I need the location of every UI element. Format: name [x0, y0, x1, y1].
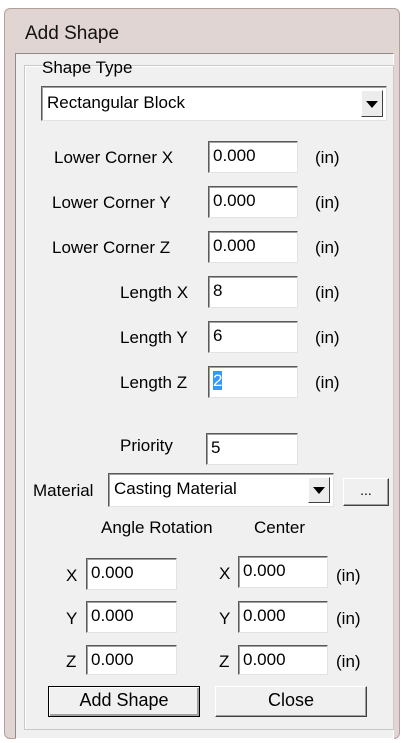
length-y-unit: (in) — [315, 328, 340, 347]
length-y-field[interactable]: 6 — [208, 321, 298, 353]
material-label: Material — [33, 481, 94, 500]
chevron-down-icon — [366, 100, 378, 108]
length-y-label: Length Y — [120, 328, 188, 347]
center-y-field[interactable]: 0.000 — [238, 601, 328, 633]
priority-field[interactable]: 5 — [206, 433, 298, 465]
angle-rotation-header: Angle Rotation — [101, 518, 213, 537]
priority-label: Priority — [120, 436, 173, 455]
length-x-field[interactable]: 8 — [208, 276, 298, 308]
shape-type-dropdown-button[interactable] — [361, 90, 383, 117]
angle-x-field[interactable]: 0.000 — [86, 558, 177, 590]
length-x-unit: (in) — [315, 283, 340, 302]
angle-y-field[interactable]: 0.000 — [86, 601, 177, 633]
shape-type-select[interactable]: Rectangular Block — [41, 86, 387, 121]
length-z-field[interactable]: 2 — [208, 366, 298, 398]
angle-z-label: Z — [66, 652, 77, 671]
angle-x-label: X — [66, 566, 78, 585]
material-dropdown-button[interactable] — [308, 477, 330, 503]
center-header: Center — [254, 518, 306, 537]
center-z-label: Z — [219, 652, 230, 671]
length-x-label: Length X — [120, 283, 189, 302]
angle-z-field[interactable]: 0.000 — [86, 645, 177, 675]
lower-corner-x-field[interactable]: 0.000 — [208, 141, 298, 173]
shape-type-label: Shape Type — [42, 58, 133, 77]
center-x-field[interactable]: 0.000 — [238, 556, 328, 588]
close-button[interactable]: Close — [215, 686, 367, 717]
center-x-label: X — [219, 564, 231, 583]
window-title: Add Shape — [25, 23, 120, 44]
length-z-unit: (in) — [315, 373, 340, 392]
lower-corner-x-label: Lower Corner X — [54, 148, 174, 167]
center-y-label: Y — [219, 609, 231, 628]
center-y-unit: (in) — [336, 609, 361, 628]
center-z-unit: (in) — [336, 652, 361, 671]
length-z-label: Length Z — [120, 373, 188, 392]
angle-y-label: Y — [66, 609, 78, 628]
length-z-value: 2 — [213, 371, 223, 390]
lower-corner-y-field[interactable]: 0.000 — [208, 186, 298, 218]
center-x-unit: (in) — [336, 566, 361, 585]
shape-type-value: Rectangular Block — [47, 93, 185, 112]
lower-corner-x-unit: (in) — [315, 148, 340, 167]
lower-corner-y-label: Lower Corner Y — [52, 193, 171, 212]
lower-corner-z-label: Lower Corner Z — [52, 238, 171, 257]
lower-corner-z-field[interactable]: 0.000 — [208, 231, 298, 263]
center-z-field[interactable]: 0.000 — [238, 645, 328, 675]
material-browse-button[interactable]: ... — [343, 478, 389, 506]
lower-corner-z-unit: (in) — [315, 238, 340, 257]
material-value: Casting Material — [114, 479, 237, 498]
chevron-down-icon — [313, 487, 325, 494]
add-shape-button[interactable]: Add Shape — [48, 686, 200, 717]
material-select[interactable]: Casting Material — [108, 473, 334, 507]
lower-corner-y-unit: (in) — [315, 193, 340, 212]
